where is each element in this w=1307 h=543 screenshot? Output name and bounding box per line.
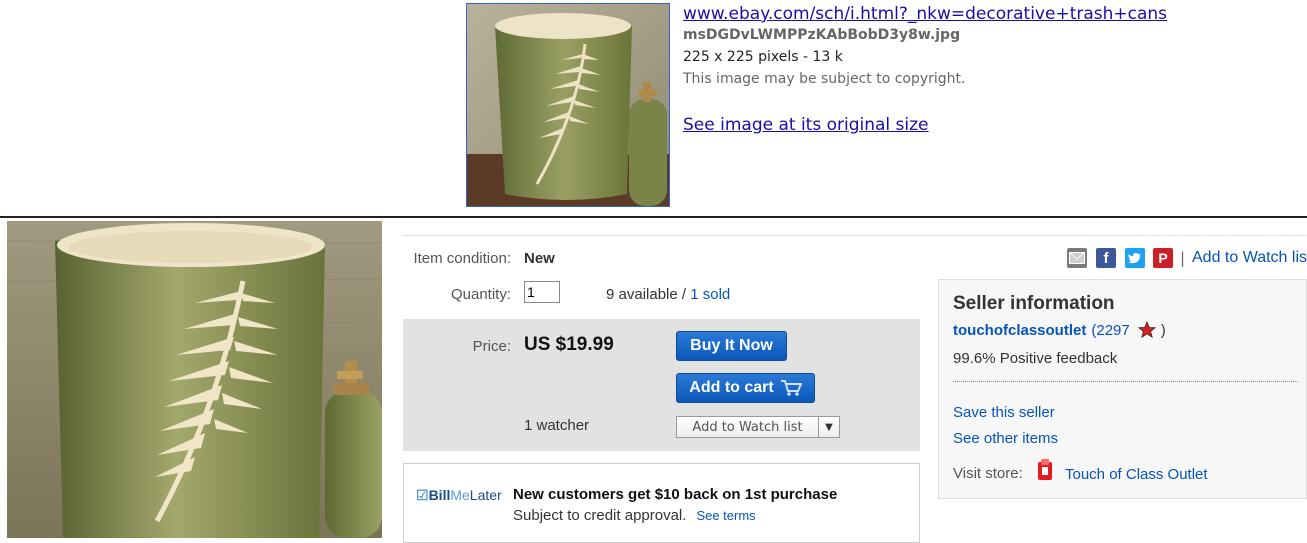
condition-label: Item condition:	[413, 250, 511, 267]
product-photo[interactable]	[7, 221, 382, 538]
result-dimensions: 225 x 225 pixels - 13 k	[683, 49, 843, 65]
seller-info-title: Seller information	[953, 293, 1115, 314]
availability: 9 available / 1 sold	[606, 286, 730, 303]
add-to-cart-button[interactable]: Add to cart	[676, 373, 815, 403]
email-icon[interactable]	[1067, 248, 1087, 268]
buy-it-now-button[interactable]: Buy It Now	[676, 331, 787, 361]
copyright-notice: This image may be subject to copyright.	[683, 71, 966, 87]
result-source-link[interactable]: www.ebay.com/sch/i.html?_nkw=decorative+…	[683, 4, 1167, 24]
store-icon[interactable]	[1036, 458, 1054, 482]
bill-me-later-logo: ☑BillMeLater	[416, 487, 502, 503]
visit-store-label: Visit store:	[953, 465, 1023, 482]
share-separator: |	[1180, 249, 1186, 267]
save-seller-link[interactable]: Save this seller	[953, 404, 1055, 421]
seller-name-link[interactable]: touchofclassoutlet	[953, 322, 1086, 339]
price-value: US $19.99	[524, 334, 614, 355]
see-other-items-link[interactable]: See other items	[953, 430, 1058, 447]
listing-top-rule	[402, 235, 1307, 236]
result-thumbnail[interactable]	[466, 3, 670, 207]
original-size-link[interactable]: See image at its original size	[683, 115, 929, 135]
add-to-watch-list-link[interactable]: Add to Watch list	[1192, 249, 1307, 267]
twitter-icon[interactable]	[1125, 248, 1145, 268]
watcher-count: 1 watcher	[524, 417, 590, 434]
bill-me-later-headline: New customers get $10 back on 1st purcha…	[513, 486, 838, 503]
feedback-score-close: )	[1160, 321, 1166, 339]
add-to-cart-label: Add to cart	[689, 379, 774, 396]
see-terms-link[interactable]: See terms	[696, 508, 755, 523]
checkmark-icon: ☑	[416, 487, 429, 503]
add-to-watch-list-button[interactable]: Add to Watch list ▼	[676, 416, 840, 438]
price-label: Price:	[472, 338, 511, 355]
trash-can-product-image	[7, 221, 382, 538]
feedback-score-link[interactable]: (2297	[1091, 322, 1129, 339]
positive-feedback: 99.6% Positive feedback	[953, 350, 1118, 367]
result-filename: msDGDvLWMPPzKAbBobD3y8w.jpg	[683, 27, 961, 43]
sold-link[interactable]: 1 sold	[690, 286, 730, 303]
pinterest-icon[interactable]: P	[1153, 248, 1173, 268]
availability-separator: /	[677, 286, 691, 303]
facebook-icon[interactable]: f	[1096, 248, 1116, 268]
seller-name-row: touchofclassoutlet (2297 )	[953, 321, 1166, 339]
trash-can-thumbnail-image	[467, 4, 669, 206]
buy-it-now-label: Buy It Now	[690, 337, 773, 354]
add-to-watch-list-label: Add to Watch list	[677, 417, 819, 437]
section-divider	[0, 216, 1307, 218]
quantity-label: Quantity:	[450, 286, 511, 303]
star-icon	[1137, 321, 1156, 338]
quantity-input[interactable]	[524, 281, 560, 303]
cart-icon	[780, 380, 802, 396]
condition-value: New	[524, 250, 555, 267]
chevron-down-icon[interactable]: ▼	[819, 417, 839, 437]
bill-me-later-subtext: Subject to credit approval. See terms	[513, 507, 756, 524]
available-count: 9 available	[606, 286, 678, 303]
store-name-link[interactable]: Touch of Class Outlet	[1065, 466, 1208, 483]
seller-divider	[953, 381, 1298, 382]
